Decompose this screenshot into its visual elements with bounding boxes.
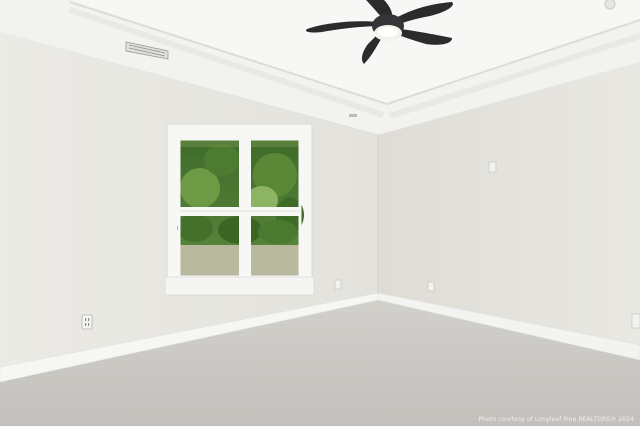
electrical-outlet-icon xyxy=(81,314,93,330)
room-photo: Photo courtesy of Longleaf Pine REALTORS… xyxy=(0,0,640,426)
window-sill xyxy=(164,276,315,296)
smoke-detector xyxy=(604,0,616,10)
outlet-right xyxy=(427,281,435,292)
outlet-small xyxy=(334,279,342,290)
window-meeting-rail xyxy=(179,207,300,216)
ceiling-detector xyxy=(349,114,357,117)
wall-jack xyxy=(488,161,497,173)
room-illustration xyxy=(0,0,640,426)
photo-watermark: Photo courtesy of Longleaf Pine REALTORS… xyxy=(478,416,634,423)
outlet-far-right xyxy=(631,313,640,329)
window xyxy=(164,123,315,296)
